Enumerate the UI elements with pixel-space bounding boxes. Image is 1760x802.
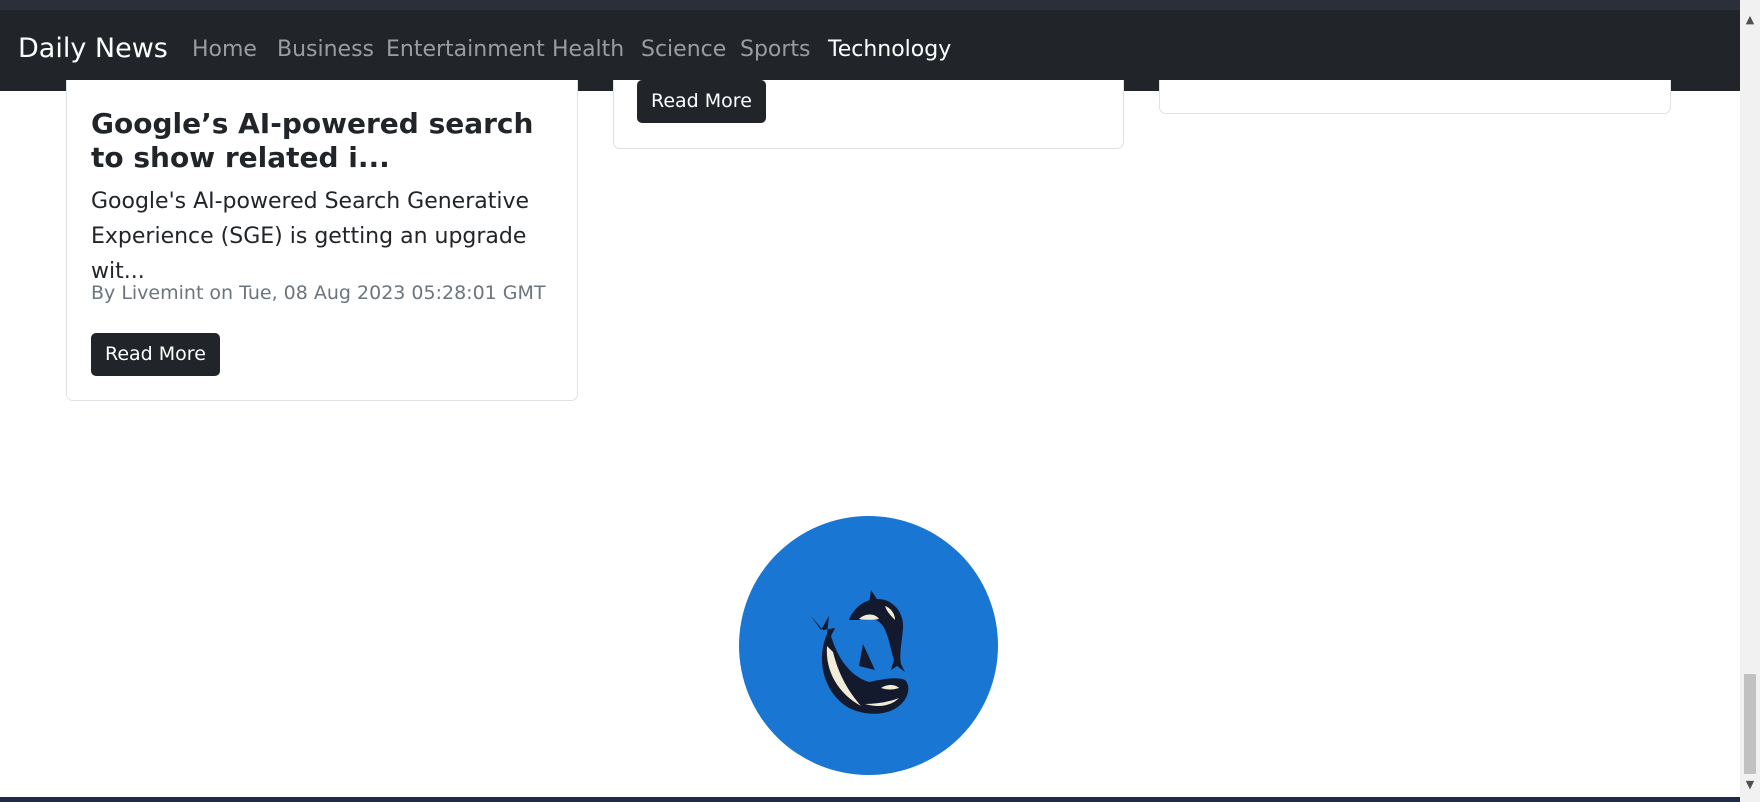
news-card-description: Google's AI-powered Search Generative Ex… [91, 189, 530, 284]
scrollbar-thumb[interactable] [1744, 674, 1756, 774]
vertical-scrollbar[interactable]: ▲ ▼ [1740, 0, 1760, 802]
nav-link-entertainment[interactable]: Entertainment [386, 37, 545, 62]
browser-top-strip [0, 0, 1740, 10]
news-card-title: Google’s AI-powered search to show relat… [91, 107, 534, 174]
nav-link-science[interactable]: Science [641, 37, 726, 62]
nav-link-health[interactable]: Health [552, 37, 624, 62]
news-card: Google’s AI-powered search to show relat… [66, 80, 578, 401]
brand-logo-link[interactable]: Daily News [18, 33, 168, 64]
orca-logo-icon [739, 516, 998, 775]
news-card [1159, 80, 1671, 114]
taskbar-strip [0, 797, 1740, 802]
nav-link-home[interactable]: Home [192, 37, 257, 62]
logo-circle [739, 516, 998, 775]
read-more-button[interactable]: Read More [637, 80, 766, 123]
nav-link-sports[interactable]: Sports [740, 37, 811, 62]
nav-link-business[interactable]: Business [277, 37, 374, 62]
top-navbar: Daily News Home Business Entertainment H… [0, 10, 1740, 91]
nav-link-technology[interactable]: Technology [828, 37, 951, 62]
news-card-byline: By Livemint on Tue, 08 Aug 2023 05:28:01… [91, 282, 546, 304]
scroll-down-arrow-icon[interactable]: ▼ [1740, 775, 1760, 795]
read-more-button[interactable]: Read More [91, 333, 220, 376]
scroll-up-arrow-icon[interactable]: ▲ [1740, 10, 1760, 30]
news-card: Read More [613, 80, 1124, 149]
